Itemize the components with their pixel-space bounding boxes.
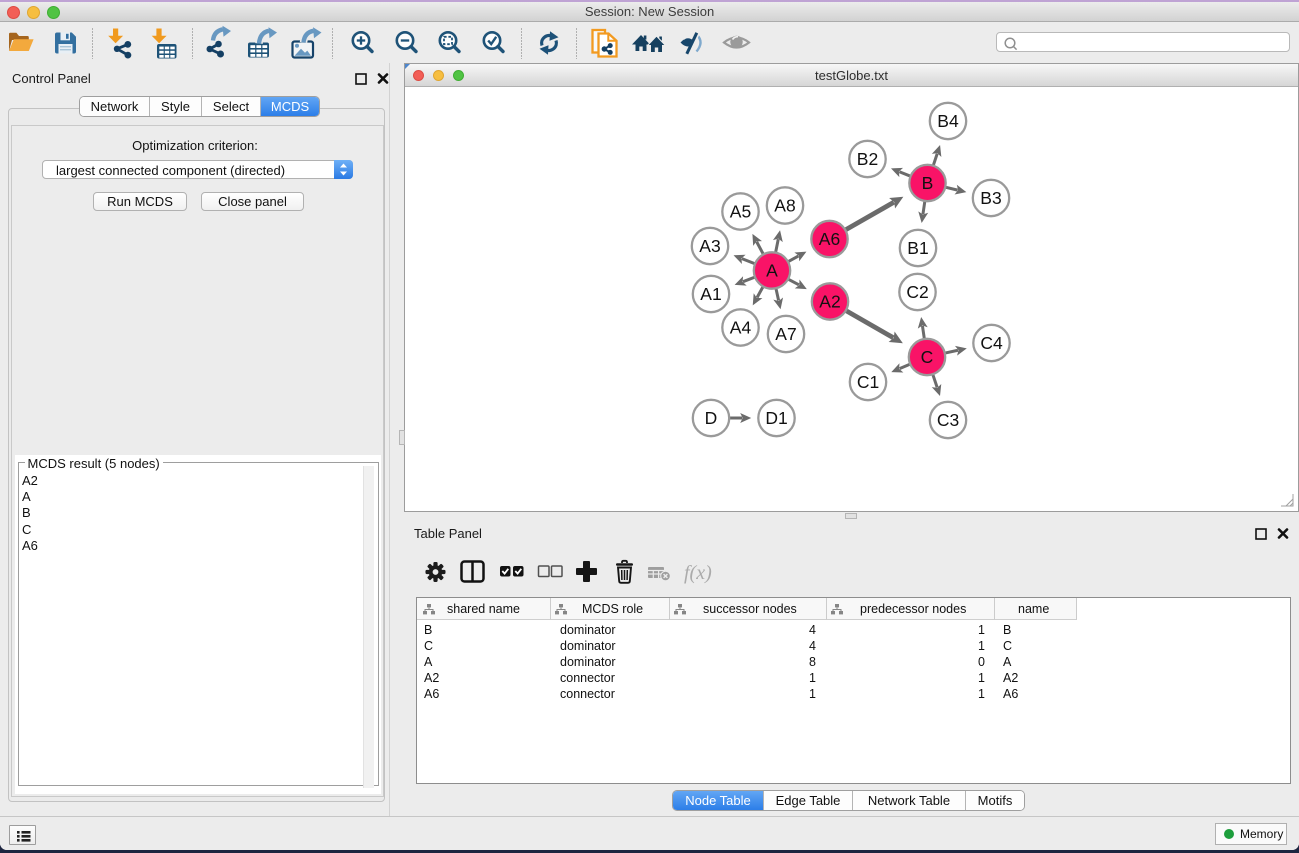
svg-text:A6: A6 xyxy=(819,229,840,249)
svg-text:A1: A1 xyxy=(700,284,721,304)
svg-text:A4: A4 xyxy=(730,318,752,338)
svg-text:A2: A2 xyxy=(819,292,840,312)
svg-text:C2: C2 xyxy=(906,282,928,302)
svg-text:C1: C1 xyxy=(857,372,879,392)
svg-text:B: B xyxy=(922,173,934,193)
svg-text:C: C xyxy=(921,347,934,367)
svg-text:D: D xyxy=(705,408,718,428)
svg-text:B3: B3 xyxy=(980,188,1001,208)
svg-text:C4: C4 xyxy=(980,333,1003,353)
svg-text:C3: C3 xyxy=(937,410,959,430)
svg-text:A: A xyxy=(766,261,778,281)
svg-text:B1: B1 xyxy=(907,238,928,258)
svg-text:A8: A8 xyxy=(774,196,795,216)
svg-text:A7: A7 xyxy=(775,324,796,344)
svg-text:B4: B4 xyxy=(937,111,959,131)
svg-text:D1: D1 xyxy=(765,408,787,428)
svg-text:A5: A5 xyxy=(730,202,751,222)
svg-text:f(x): f(x) xyxy=(684,562,712,584)
svg-text:A3: A3 xyxy=(699,236,720,256)
svg-text:B2: B2 xyxy=(857,149,878,169)
